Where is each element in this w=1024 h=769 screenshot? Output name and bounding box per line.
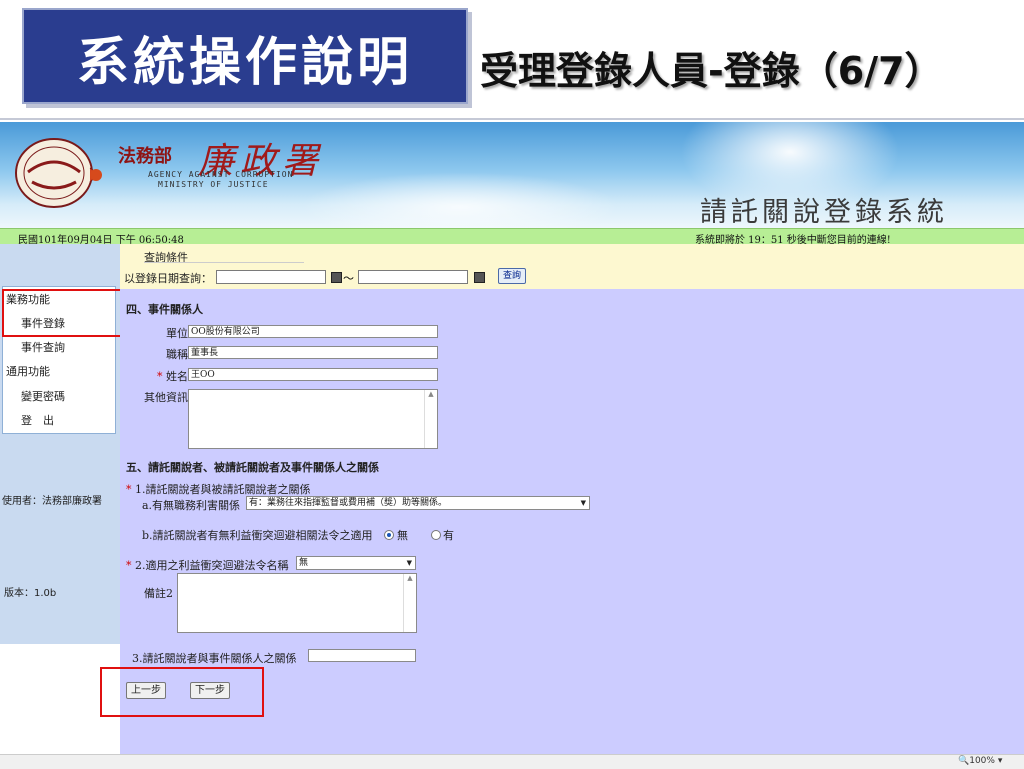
dropdown-arrow-icon: ▼ — [406, 559, 412, 567]
menu-item-logout[interactable]: 登 出 — [21, 412, 54, 428]
range-separator: ～ — [343, 272, 354, 285]
current-user: 使用者：法務部廉政署 — [2, 496, 102, 507]
q1a-selected-value: 有：業務往來指揮監督或費用補（獎）助等關係。 — [249, 498, 448, 508]
other-info-label: 其他資訊 — [144, 391, 188, 404]
version-label: 版本：1.0b — [4, 588, 57, 599]
q1b-radio-yes[interactable] — [431, 530, 441, 540]
browser-status-bar: 🔍100% ▾ — [0, 754, 1024, 769]
q1b-radio-yes-label: 有 — [443, 529, 454, 542]
slide-title: 系統操作說明 — [76, 33, 413, 93]
agency-name-en-line1: AGENCY AGAINST CORRUPTION — [148, 170, 294, 179]
q1a-select[interactable]: 有：業務往來指揮監督或費用補（獎）助等關係。 ▼ — [246, 496, 590, 510]
required-mark: * — [126, 559, 132, 572]
required-mark: * — [126, 483, 132, 496]
q2-label-text: 2.適用之利益衝突迴避法令名稱 — [135, 559, 289, 572]
slide-subtitle: 受理登錄人員-登錄（6/7） — [480, 49, 943, 93]
agency-name-en-line2: MINISTRY OF JUSTICE — [158, 180, 269, 189]
textarea-scrollbar[interactable]: ▲ — [403, 574, 416, 632]
status-bar: 民國101年09月04日 下午 06:50:48 系統即將於 19：51 秒後中… — [0, 228, 1024, 246]
slide-title-box: 系統操作說明 — [22, 8, 468, 104]
cloud-decoration — [300, 172, 620, 228]
remark2-textarea[interactable]: ▲ — [177, 573, 417, 633]
calendar-icon[interactable] — [474, 272, 485, 283]
menu-item-change-password[interactable]: 變更密碼 — [21, 388, 65, 404]
agency-name-cn: 法務部 — [118, 146, 172, 167]
agency-seal-logo — [15, 138, 102, 208]
q1a-label: a.有無職務利害關係 — [142, 499, 241, 512]
job-title-input[interactable]: 董事長 — [188, 346, 438, 359]
q1b-radio-no[interactable] — [384, 530, 394, 540]
slide-divider — [0, 118, 1024, 120]
job-title-label: 職稱 — [166, 348, 188, 361]
query-date-label: 以登錄日期查詢： — [124, 272, 212, 285]
q3-label: 3.請託關說者與事件關係人之關係 — [132, 652, 297, 665]
q1b-radio-no-label: 無 — [397, 529, 408, 542]
q2-selected-value: 無 — [299, 558, 309, 568]
query-legend-line — [144, 262, 304, 263]
other-info-textarea[interactable]: ▲ — [188, 389, 438, 449]
name-label-text: 姓名 — [166, 370, 188, 383]
q3-input[interactable] — [308, 649, 416, 662]
q1-label: * 1.請託關說者與被請託關說者之關係 — [126, 481, 311, 497]
menu-head-general: 通用功能 — [6, 365, 50, 378]
highlight-box-menu — [2, 289, 122, 337]
q2-label: * 2.適用之利益衝突迴避法令名稱 — [126, 557, 289, 573]
q2-select[interactable]: 無 ▼ — [296, 556, 416, 570]
query-button[interactable]: 查詢 — [498, 268, 526, 284]
section-related-person-title: 四、事件關係人 — [126, 303, 203, 316]
remark2-label: 備註2 — [144, 587, 173, 600]
system-name: 請託關說登錄系統 — [700, 197, 948, 228]
textarea-scrollbar[interactable]: ▲ — [424, 390, 437, 448]
unit-input[interactable]: OO股份有限公司 — [188, 325, 438, 338]
unit-label: 單位 — [166, 327, 188, 340]
dropdown-arrow-icon: ▼ — [580, 499, 586, 507]
query-date-from-input[interactable] — [216, 270, 326, 284]
q1b-label: b.請託關說者有無利益衝突迴避相關法令之適用 — [142, 529, 373, 542]
query-date-to-input[interactable] — [358, 270, 468, 284]
menu-item-event-query[interactable]: 事件查詢 — [21, 339, 65, 355]
required-mark: * — [157, 370, 163, 383]
query-panel: 查詢條件 以登錄日期查詢： ～ 查詢 — [120, 244, 1024, 289]
name-input[interactable]: 王OO — [188, 368, 438, 381]
section-relationship-title: 五、請託關說者、被請託關說者及事件關係人之關係 — [126, 461, 379, 474]
app-header-banner: 法務部 廉政署 AGENCY AGAINST CORRUPTION MINIST… — [0, 122, 1024, 228]
zoom-level[interactable]: 🔍100% ▾ — [958, 756, 1002, 766]
calendar-icon[interactable] — [331, 272, 342, 283]
name-label: * 姓名 — [150, 368, 188, 384]
q1-label-text: 1.請託關說者與被請託關說者之關係 — [135, 483, 311, 496]
zoom-value: 100% — [969, 756, 995, 766]
highlight-box-buttons — [100, 667, 264, 717]
